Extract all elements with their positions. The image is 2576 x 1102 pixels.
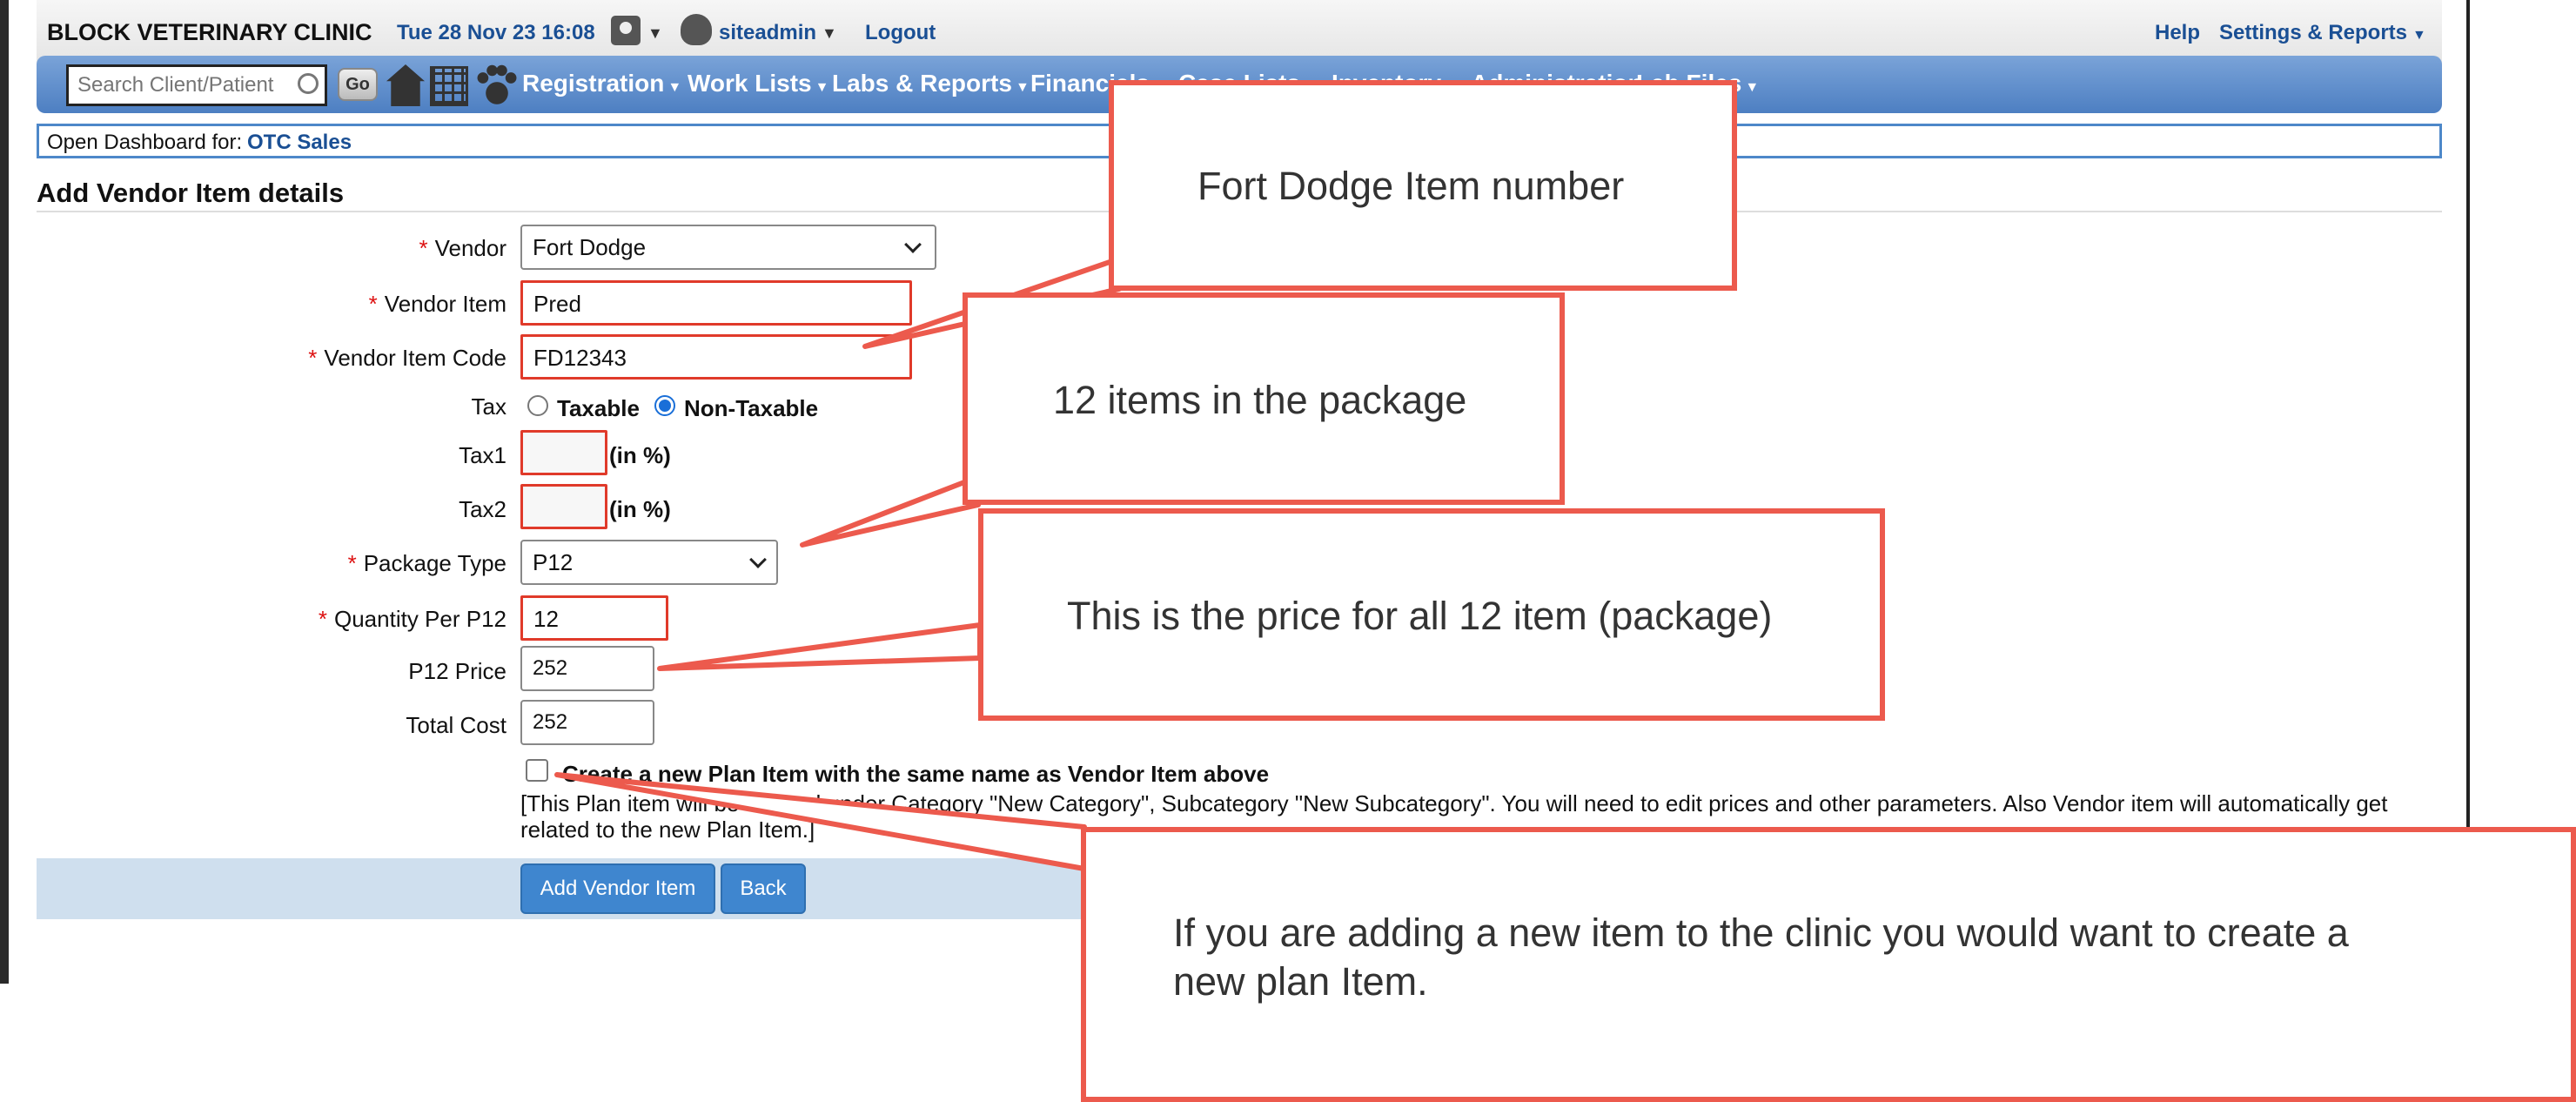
callout-leader-plan-item — [554, 772, 1087, 871]
callout-leader-package — [800, 480, 981, 548]
callout-plan-item-text: If you are adding a new item to the clin… — [1173, 910, 2349, 1004]
callout-leader-price — [657, 622, 983, 671]
callout-price-text: This is the price for all 12 item (packa… — [1067, 594, 1773, 638]
callout-item-number-text: Fort Dodge Item number — [1197, 164, 1625, 208]
callout-item-number: Fort Dodge Item number — [1109, 80, 1737, 291]
callout-plan-item: If you are adding a new item to the clin… — [1081, 827, 2576, 1102]
callout-package: 12 items in the package — [963, 292, 1565, 505]
callout-price: This is the price for all 12 item (packa… — [978, 508, 1885, 721]
callout-package-text: 12 items in the package — [1053, 378, 1467, 422]
